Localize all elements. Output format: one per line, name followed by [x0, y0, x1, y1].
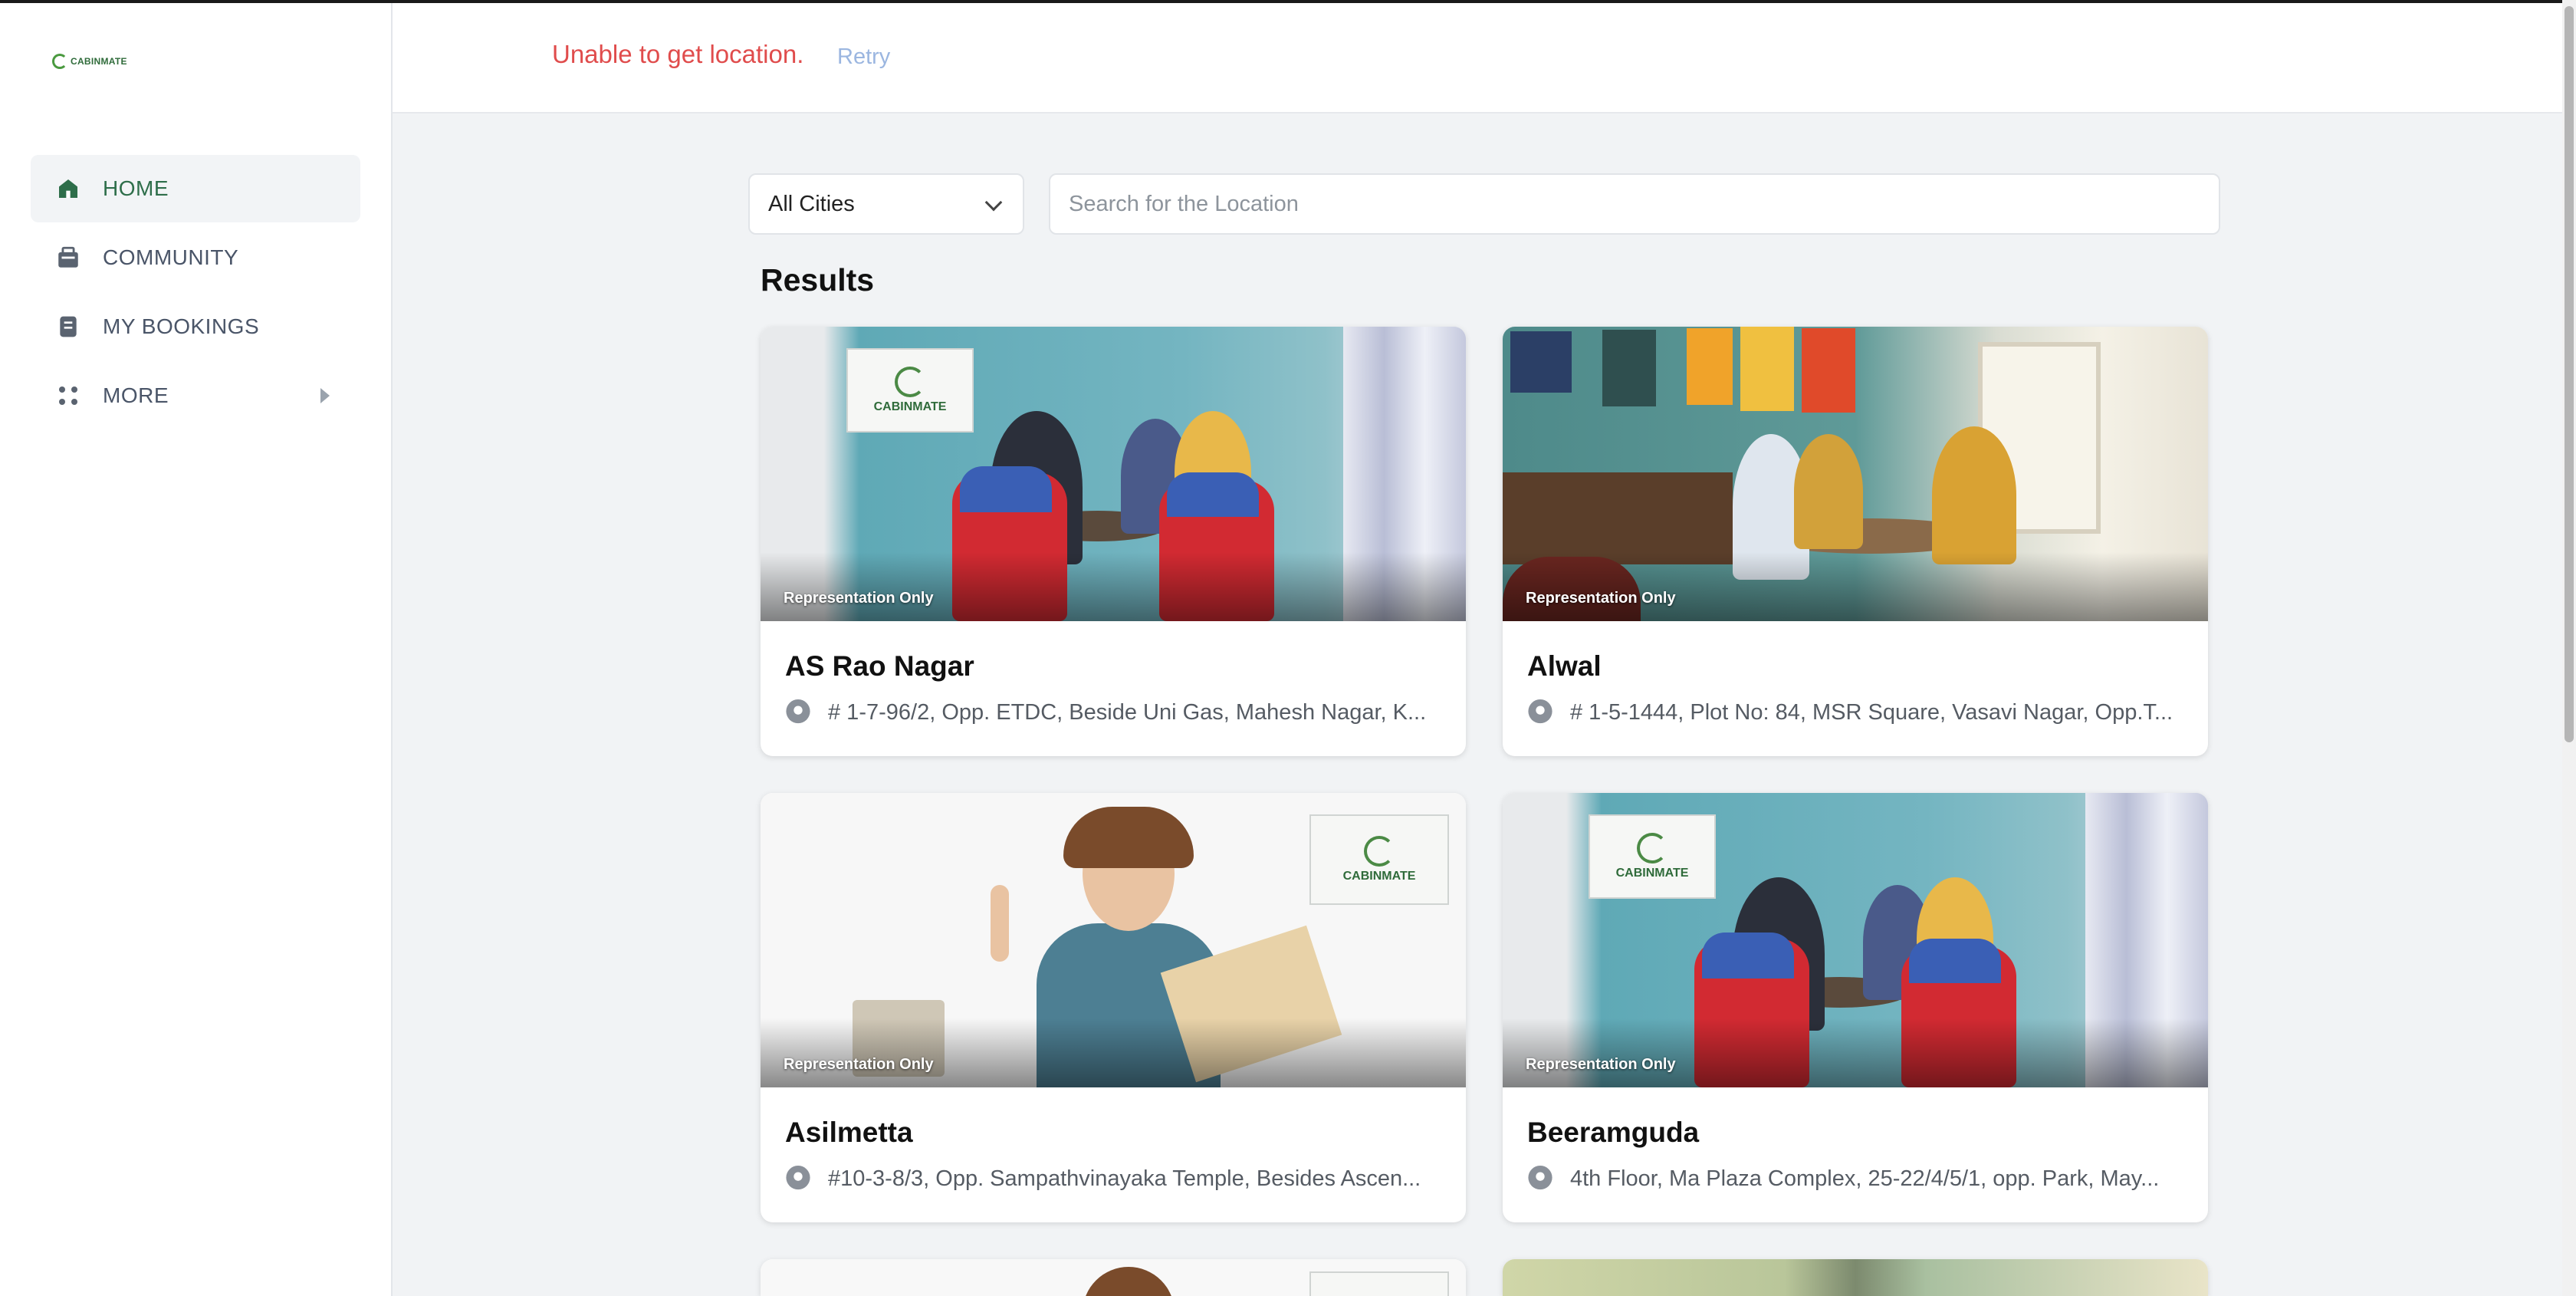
location-card[interactable]: CABINMATE Representation Only Asilmetta … — [761, 793, 1466, 1222]
location-pin-icon — [786, 1166, 810, 1190]
sidebar-item-label: HOME — [103, 176, 169, 200]
sidebar-item-label: MORE — [103, 383, 169, 407]
results-heading: Results — [761, 262, 875, 298]
location-card[interactable]: CABINMATE Representation Only AS Rao Nag… — [761, 327, 1466, 756]
cabinmate-sign: CABINMATE — [1589, 814, 1716, 899]
location-name: Beeramguda — [1527, 1117, 1700, 1148]
city-select-value: All Cities — [768, 191, 855, 216]
sidebar: CABINMATE HOME COMMUNITY MY BOOKINGS MOR… — [0, 3, 393, 1296]
location-pin-icon — [1528, 1166, 1552, 1190]
location-image: CABINMATE Representation Only — [761, 327, 1466, 621]
location-name: Alwal — [1527, 650, 1602, 682]
location-address: #10-3-8/3, Opp. Sampathvinayaka Temple, … — [828, 1166, 1421, 1191]
location-card[interactable]: Representation Only Alwal # 1-5-1444, Pl… — [1503, 327, 2208, 756]
sidebar-item-home[interactable]: HOME — [31, 155, 360, 222]
logo-mark-icon — [52, 54, 67, 69]
location-address: 4th Floor, Ma Plaza Complex, 25-22/4/5/1… — [1570, 1166, 2160, 1191]
representation-badge: Representation Only — [784, 590, 934, 607]
location-error-message: Unable to get location. — [552, 40, 804, 68]
chevron-down-icon — [984, 193, 1003, 212]
sidebar-item-label: MY BOOKINGS — [103, 314, 260, 338]
community-icon — [55, 245, 81, 271]
cabinmate-sign: CABINMATE — [1309, 814, 1449, 905]
brand-logo[interactable]: CABINMATE — [52, 54, 127, 69]
expand-caret-icon — [320, 388, 330, 403]
home-icon — [55, 176, 81, 202]
location-search-input[interactable] — [1049, 173, 2220, 235]
location-pin-icon — [786, 699, 810, 724]
main-header: Unable to get location. Retry — [393, 3, 2562, 113]
bookings-icon — [55, 314, 81, 340]
location-image: CABINMATE Representation Only — [1503, 793, 2208, 1087]
city-select[interactable]: All Cities — [748, 173, 1024, 235]
location-card-partial[interactable] — [1503, 1259, 2208, 1296]
sidebar-nav: HOME COMMUNITY MY BOOKINGS MORE — [31, 155, 360, 431]
sidebar-item-label: COMMUNITY — [103, 245, 239, 269]
location-address: # 1-7-96/2, Opp. ETDC, Beside Uni Gas, M… — [828, 699, 1427, 725]
location-pin-icon — [1528, 699, 1552, 724]
representation-badge: Representation Only — [784, 1056, 934, 1073]
location-card-partial[interactable] — [761, 1259, 1466, 1296]
logo-text: CABINMATE — [71, 56, 127, 67]
sidebar-item-my-bookings[interactable]: MY BOOKINGS — [31, 293, 360, 360]
representation-badge: Representation Only — [1526, 1056, 1676, 1073]
page-scrollbar[interactable] — [2562, 0, 2576, 1296]
location-name: AS Rao Nagar — [785, 650, 974, 682]
location-name: Asilmetta — [785, 1117, 913, 1148]
sidebar-item-community[interactable]: COMMUNITY — [31, 224, 360, 291]
location-image: Representation Only — [1503, 327, 2208, 621]
representation-badge: Representation Only — [1526, 590, 1676, 607]
location-address: # 1-5-1444, Plot No: 84, MSR Square, Vas… — [1570, 699, 2174, 725]
location-image: CABINMATE Representation Only — [761, 793, 1466, 1087]
more-icon — [55, 383, 81, 409]
location-card[interactable]: CABINMATE Representation Only Beeramguda… — [1503, 793, 2208, 1222]
cabinmate-sign: CABINMATE — [846, 348, 974, 433]
retry-link[interactable]: Retry — [837, 44, 890, 70]
scrollbar-thumb[interactable] — [2564, 6, 2574, 742]
sidebar-item-more[interactable]: MORE — [31, 362, 360, 429]
